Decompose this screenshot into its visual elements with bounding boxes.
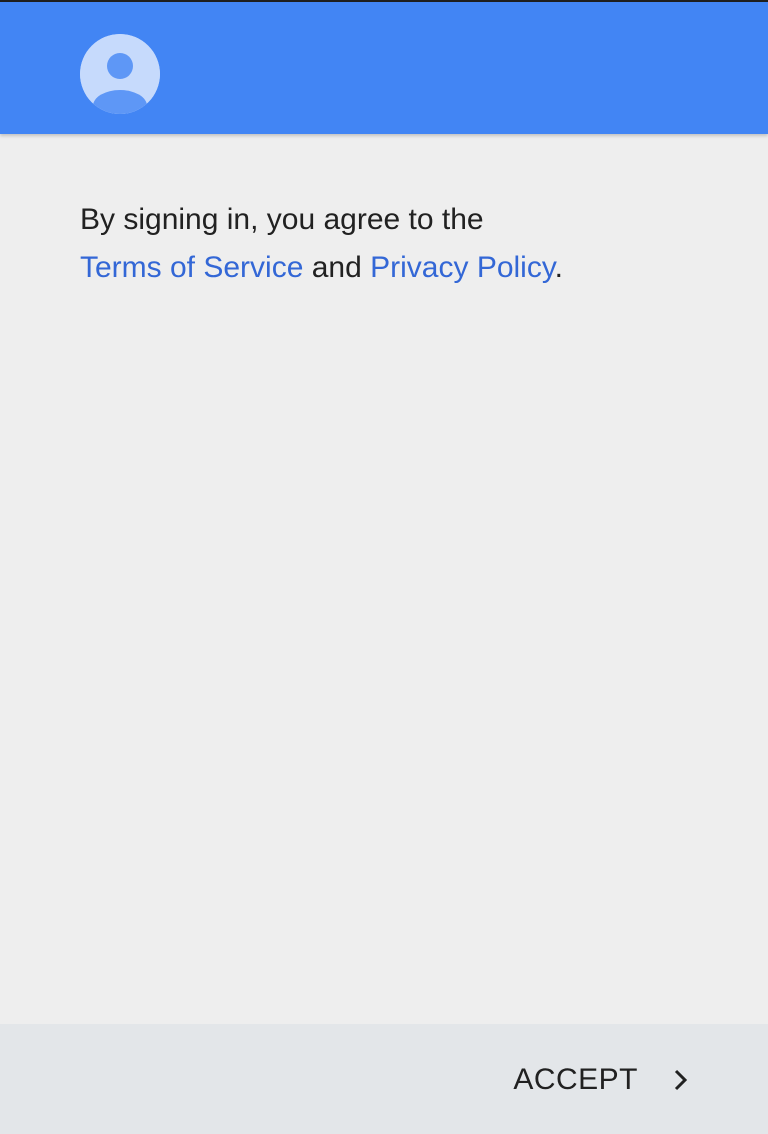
consent-conjunction: and (311, 251, 362, 284)
privacy-policy-link[interactable]: Privacy Policy (370, 251, 554, 284)
sign-in-consent-screen: By signing in, you agree to the Terms of… (0, 0, 768, 1134)
account-circle-icon (80, 34, 160, 114)
consent-period: . (554, 251, 563, 284)
consent-intro-text: By signing in, you agree to the (80, 203, 484, 236)
consent-message: By signing in, you agree to the Terms of… (80, 196, 700, 292)
chevron-right-icon (668, 1068, 692, 1092)
accept-button-label: ACCEPT (513, 1063, 638, 1096)
footer-bar: ACCEPT (0, 1024, 768, 1134)
terms-of-service-link[interactable]: Terms of Service (80, 251, 303, 284)
app-header (0, 2, 768, 134)
accept-button[interactable]: ACCEPT (513, 1058, 692, 1102)
